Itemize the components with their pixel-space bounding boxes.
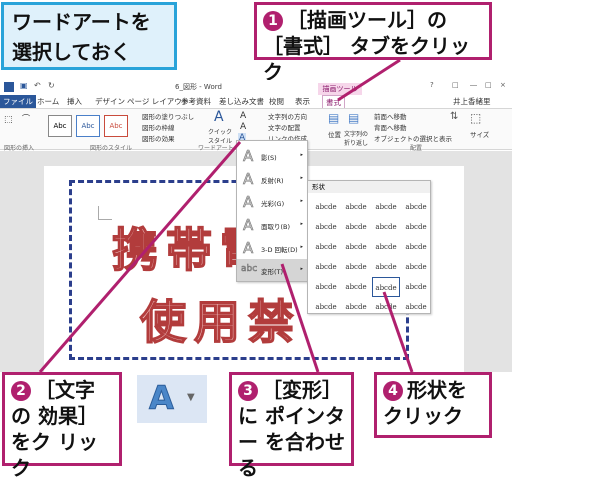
connector-step1: [337, 58, 401, 102]
callout-connectors: [38, 58, 414, 373]
connector-step2: [38, 141, 242, 373]
connector-step3: [280, 263, 320, 373]
connector-step4: [382, 291, 414, 373]
